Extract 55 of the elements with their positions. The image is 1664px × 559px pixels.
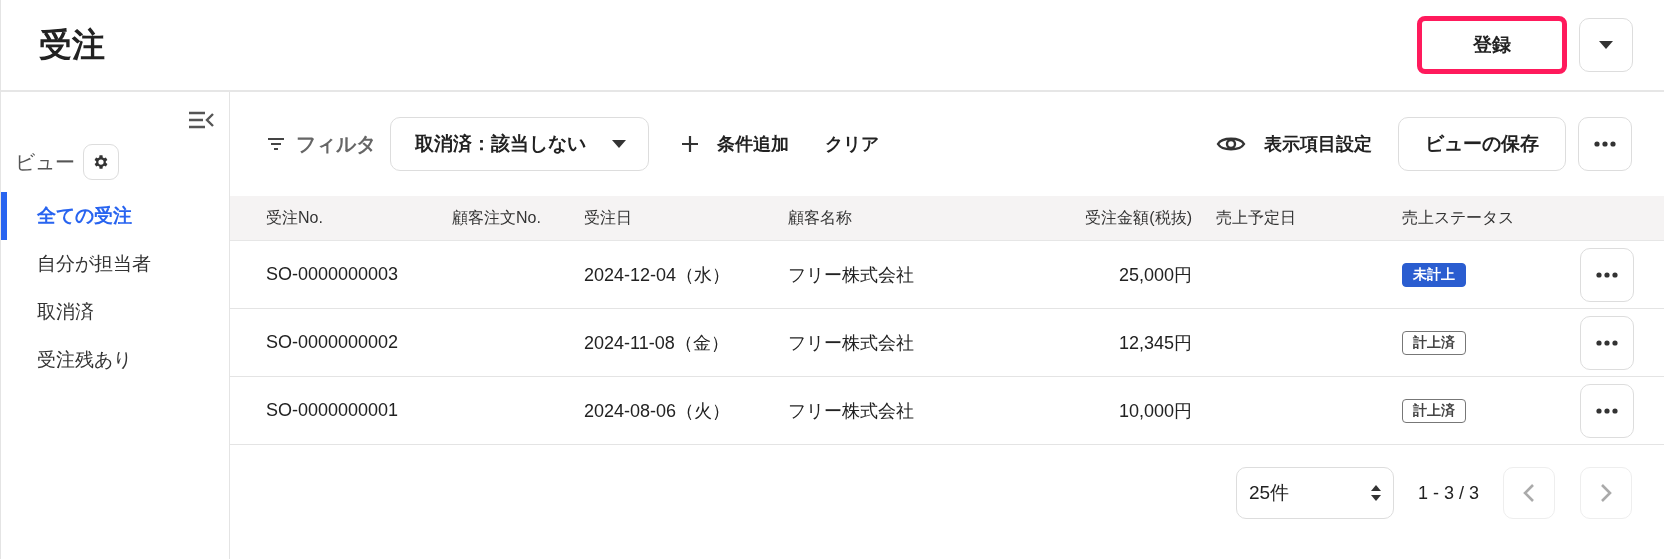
row-menu-button[interactable] [1580, 315, 1634, 370]
table-cell: 2024-12-04（水） [584, 264, 731, 285]
settings-icon [92, 153, 110, 171]
sidebar-item[interactable]: 取消済 [1, 288, 229, 336]
row-menu-button[interactable] [1580, 383, 1634, 438]
more-icon [1596, 339, 1618, 346]
status-badge: 計上済 [1402, 398, 1466, 423]
sidebar-item[interactable]: 自分が担当者 [1, 240, 229, 288]
page-size-select[interactable]: 25件 [1235, 467, 1394, 519]
column-header: 顧客注文No. [452, 207, 542, 228]
save-view-button[interactable]: ビューの保存 [1398, 117, 1566, 171]
caret-icon [612, 140, 626, 148]
status-badge: 未計上 [1402, 262, 1466, 287]
status-badge: 計上済 [1402, 330, 1466, 355]
table-cell: SO-0000000002 [266, 332, 399, 352]
page-range: 1 - 3 / 3 [1417, 482, 1479, 504]
sidebar-item[interactable]: 受注残あり [1, 336, 229, 384]
sort-arrows-icon [1370, 484, 1381, 502]
chevron-right-icon [1600, 483, 1612, 503]
table-cell: 12,345円 [1118, 332, 1192, 353]
column-settings-button[interactable]: 表示項目設定 [1216, 126, 1372, 162]
table-cell: 2024-11-08（金） [584, 332, 729, 353]
more-icon [1596, 271, 1618, 278]
table-cell: 10,000円 [1118, 400, 1192, 421]
table-cell: フリー株式会社 [788, 264, 914, 285]
chevron-left-icon [1523, 483, 1535, 503]
column-header: 顧客名称 [788, 207, 853, 228]
filter-dropdown[interactable]: 取消済：該当しない [390, 117, 649, 171]
table-cell: SO-0000000003 [266, 264, 399, 284]
add-condition-button[interactable]: 条件追加 [681, 126, 789, 162]
register-button[interactable]: 登録 [1417, 16, 1567, 74]
more-icon [1594, 141, 1616, 147]
table-cell: フリー株式会社 [788, 332, 914, 353]
table-cell: 25,000円 [1118, 264, 1192, 285]
dropdown-button[interactable] [1579, 18, 1633, 72]
row-menu-button[interactable] [1580, 247, 1634, 302]
more-icon [1596, 407, 1618, 414]
column-header: 売上予定日 [1216, 207, 1297, 228]
sidebar-heading: ビュー [15, 149, 75, 175]
view-settings-button[interactable] [83, 144, 119, 180]
table-cell: 2024-08-06（火） [584, 400, 731, 421]
plus-icon [681, 135, 699, 153]
collapse-sidebar-icon[interactable] [187, 110, 215, 130]
filter-icon [266, 137, 286, 151]
caret-icon [1598, 40, 1614, 50]
filter-label: フィルタ [296, 131, 376, 157]
column-header: 売上ステータス [1402, 207, 1515, 228]
column-header: 受注金額(税抜) [1084, 207, 1193, 228]
more-button[interactable] [1578, 117, 1632, 171]
table-cell: SO-0000000001 [266, 400, 399, 420]
clear-button[interactable]: クリア [825, 126, 879, 162]
column-header: 受注日 [584, 207, 633, 228]
page-title: 受注 [39, 24, 105, 65]
table-cell: フリー株式会社 [788, 400, 914, 421]
column-header: 受注No. [266, 207, 324, 228]
